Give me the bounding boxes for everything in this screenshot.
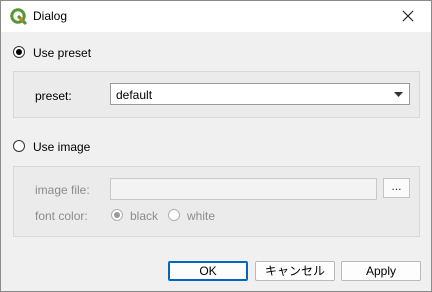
font-color-white-radio[interactable]	[168, 209, 180, 221]
title-bar: Dialog	[1, 1, 431, 32]
apply-button[interactable]: Apply	[341, 261, 421, 281]
dialog-window: Dialog Use preset preset: default Use im…	[0, 0, 432, 292]
image-file-label: image file:	[35, 183, 90, 197]
font-color-label: font color:	[35, 209, 88, 223]
preset-combobox[interactable]: default	[110, 83, 410, 105]
close-button[interactable]	[385, 1, 431, 32]
close-icon	[402, 10, 414, 22]
ok-button[interactable]: OK	[168, 261, 248, 281]
use-image-radio[interactable]	[13, 140, 25, 152]
use-image-label[interactable]: Use image	[33, 140, 90, 154]
font-color-black-label[interactable]: black	[130, 209, 158, 223]
use-preset-radio[interactable]	[13, 46, 25, 58]
preset-label: preset:	[35, 89, 72, 103]
chevron-down-icon	[394, 92, 403, 97]
qgis-logo-icon	[10, 8, 27, 25]
window-title: Dialog	[33, 9, 68, 23]
font-color-white-label[interactable]: white	[187, 209, 215, 223]
font-color-black-radio[interactable]	[111, 209, 123, 221]
use-preset-label[interactable]: Use preset	[33, 46, 91, 60]
image-group	[13, 166, 420, 237]
preset-value: default	[116, 88, 153, 102]
browse-button[interactable]: ...	[383, 178, 410, 198]
cancel-button[interactable]: キャンセル	[255, 261, 335, 281]
image-file-input[interactable]	[110, 178, 377, 200]
